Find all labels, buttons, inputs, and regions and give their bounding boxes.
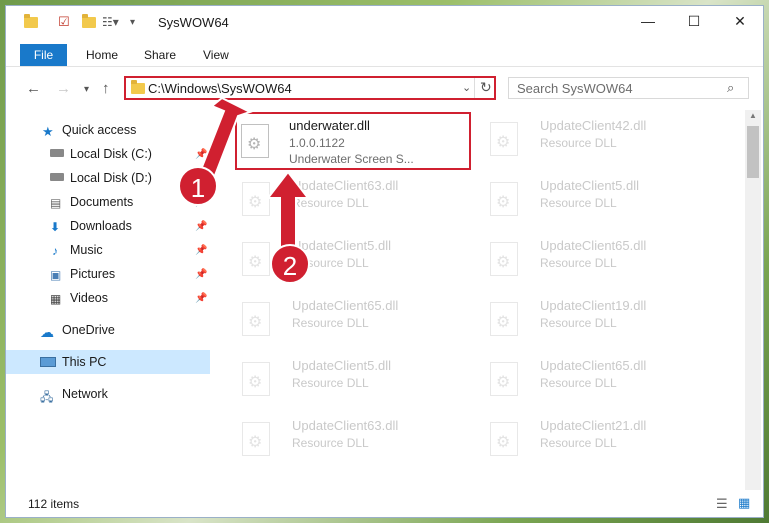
list-item[interactable]: UpdateClient65.dll Resource DLL: [232, 294, 472, 348]
sidebar-item-quick-access[interactable]: ★ Quick access: [6, 118, 210, 142]
dll-file-icon: [490, 182, 518, 216]
scroll-up-icon[interactable]: ▲: [749, 111, 757, 120]
star-icon: ★: [42, 124, 54, 139]
pin-icon[interactable]: 📌: [195, 245, 207, 256]
tab-home[interactable]: Home: [86, 44, 118, 66]
dll-file-icon: [242, 422, 270, 456]
sidebar-item-videos[interactable]: ▦ Videos 📌: [6, 286, 210, 310]
folder-icon: [131, 80, 145, 94]
up-icon[interactable]: ↑: [102, 80, 110, 97]
videos-icon: ▦: [50, 292, 62, 306]
dll-file-icon: [490, 422, 518, 456]
folder-icon[interactable]: [24, 13, 38, 30]
address-path: C:\Windows\SysWOW64: [148, 81, 292, 96]
sidebar-item-local-disk-c[interactable]: Local Disk (C:) 📌: [6, 142, 210, 166]
forward-icon[interactable]: →: [56, 80, 71, 97]
dll-file-icon: [490, 302, 518, 336]
close-button[interactable]: ✕: [718, 6, 762, 36]
dll-file-icon: [241, 124, 269, 158]
dll-file-icon: [242, 302, 270, 336]
details-view-icon[interactable]: ☰: [716, 496, 728, 512]
explorer-window: ☑ ☷▾ ▾ SysWOW64 — ☐ ✕ File Home Share Vi…: [6, 6, 763, 517]
sidebar-item-pictures[interactable]: ▣ Pictures 📌: [6, 262, 210, 286]
cloud-icon: ☁: [40, 324, 54, 340]
dll-file-icon: [490, 242, 518, 276]
list-item[interactable]: UpdateClient19.dll Resource DLL: [480, 294, 720, 348]
large-icons-view-icon[interactable]: ▦: [738, 495, 750, 511]
documents-icon: ▤: [50, 196, 62, 210]
refresh-icon[interactable]: ↻: [480, 79, 492, 96]
music-icon: ♪: [52, 244, 58, 258]
highlighted-file-underwater-dll[interactable]: underwater.dll 1.0.0.1122 Underwater Scr…: [235, 112, 471, 170]
window-title: SysWOW64: [158, 15, 229, 30]
list-item[interactable]: UpdateClient65.dll Resource DLL: [480, 234, 720, 288]
list-item[interactable]: UpdateClient5.dll Resource DLL: [232, 354, 472, 408]
title-bar: ☑ ☷▾ ▾ SysWOW64 — ☐ ✕: [6, 6, 763, 38]
list-item[interactable]: UpdateClient21.dll Resource DLL: [480, 414, 720, 468]
scroll-thumb[interactable]: [747, 126, 759, 178]
tab-file[interactable]: File: [20, 44, 67, 66]
search-input[interactable]: Search SysWOW64 ⌕: [508, 77, 749, 99]
drive-icon: [50, 173, 64, 181]
sidebar-item-downloads[interactable]: ⬇ Downloads 📌: [6, 214, 210, 238]
navigation-pane: ★ Quick access Local Disk (C:) 📌 Local D…: [6, 110, 210, 490]
list-item[interactable]: UpdateClient42.dll Resource DLL: [480, 114, 720, 168]
dll-file-icon: [242, 182, 270, 216]
sidebar-item-this-pc[interactable]: This PC: [6, 350, 210, 374]
address-bar[interactable]: C:\Windows\SysWOW64 ⌄ ↻: [124, 76, 496, 100]
divider: [474, 78, 475, 98]
search-placeholder: Search SysWOW64: [517, 81, 633, 96]
item-count: 112 items: [28, 497, 80, 511]
list-item[interactable]: UpdateClient65.dll Resource DLL: [480, 354, 720, 408]
address-row: ← → ▾ ↑ C:\Windows\SysWOW64 ⌄ ↻ Search S…: [6, 72, 763, 104]
status-bar: 112 items ☰ ▦: [6, 492, 763, 517]
minimize-button[interactable]: —: [626, 6, 670, 36]
search-icon[interactable]: ⌕: [727, 80, 734, 96]
sidebar-item-onedrive[interactable]: ☁ OneDrive: [6, 318, 210, 342]
list-item[interactable]: UpdateClient5.dll Resource DLL: [232, 234, 472, 288]
pin-icon[interactable]: 📌: [195, 149, 207, 160]
customize-quick-access-icon[interactable]: ☷▾: [102, 14, 119, 30]
list-item[interactable]: UpdateClient63.dll Resource DLL: [232, 414, 472, 468]
tab-view[interactable]: View: [203, 44, 229, 66]
dropdown-icon[interactable]: ▾: [130, 14, 135, 30]
tab-share[interactable]: Share: [144, 44, 176, 66]
chevron-down-icon[interactable]: ⌄: [462, 81, 471, 94]
back-icon[interactable]: ←: [26, 80, 41, 97]
dll-file-icon: [242, 362, 270, 396]
dll-file-icon: [490, 122, 518, 156]
recent-locations-icon[interactable]: ▾: [84, 84, 89, 95]
sidebar-item-network[interactable]: 🖧 Network: [6, 382, 210, 406]
vertical-scrollbar[interactable]: ▲: [745, 110, 761, 490]
dll-file-icon: [242, 242, 270, 276]
download-icon: ⬇: [50, 220, 61, 234]
properties-icon[interactable]: ☑: [58, 14, 70, 30]
pin-icon[interactable]: 📌: [195, 221, 207, 232]
drive-icon: [50, 149, 64, 157]
network-icon: 🖧: [40, 390, 54, 404]
computer-icon: [40, 357, 56, 367]
step-2-badge: 2: [270, 244, 310, 284]
step-1-badge: 1: [178, 166, 218, 206]
pin-icon[interactable]: 📌: [195, 269, 207, 280]
new-folder-icon[interactable]: [82, 13, 96, 30]
pictures-icon: ▣: [50, 268, 62, 282]
ribbon-tabs: File Home Share View: [6, 40, 763, 67]
list-item[interactable]: UpdateClient5.dll Resource DLL: [480, 174, 720, 228]
list-item[interactable]: UpdateClient63.dll Resource DLL: [232, 174, 472, 228]
sidebar-item-music[interactable]: ♪ Music 📌: [6, 238, 210, 262]
maximize-button[interactable]: ☐: [672, 6, 716, 36]
dll-file-icon: [490, 362, 518, 396]
pin-icon[interactable]: 📌: [195, 293, 207, 304]
